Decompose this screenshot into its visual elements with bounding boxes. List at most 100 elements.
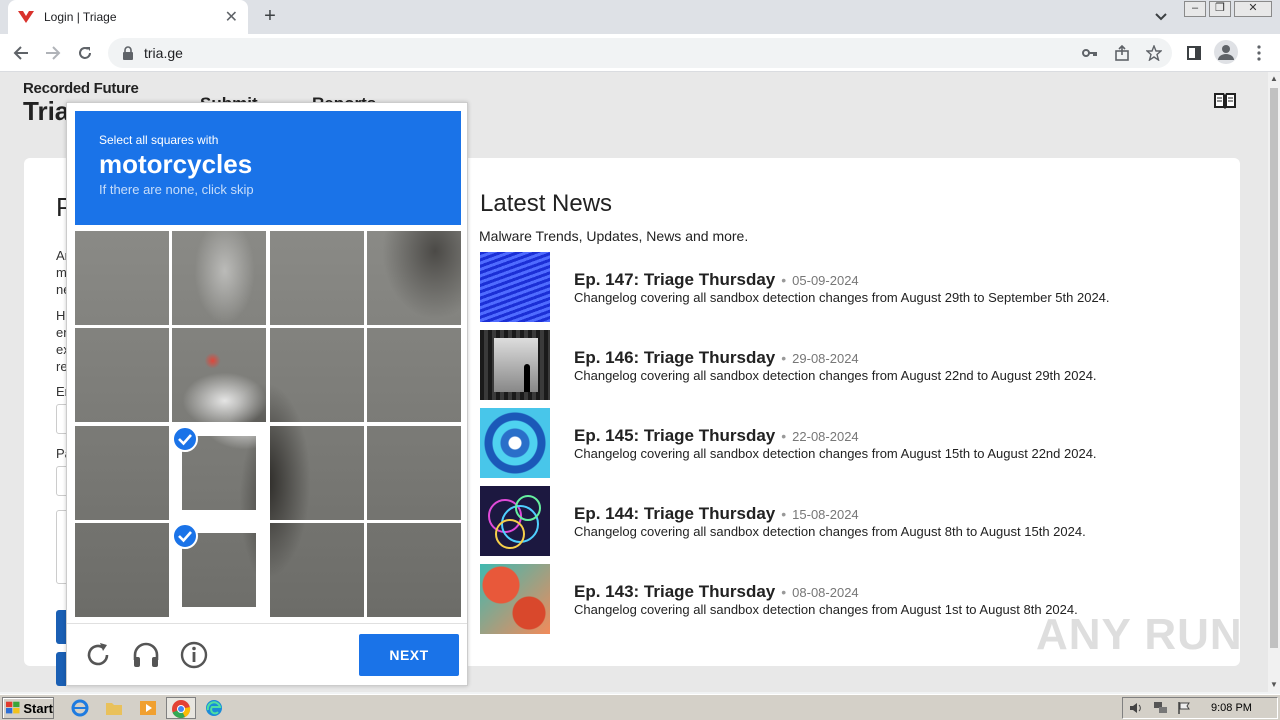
news-headline[interactable]: Ep. 144: Triage Thursday • 15-08-2024 <box>574 504 859 524</box>
start-label: Start <box>23 700 53 716</box>
tab-search-chevron-icon[interactable] <box>1150 6 1172 28</box>
captcha-tile-image <box>75 522 169 617</box>
captcha-tile[interactable] <box>172 522 267 617</box>
scrollbar-thumb[interactable] <box>1270 88 1278 648</box>
news-date: 05-09-2024 <box>792 273 859 288</box>
news-item[interactable]: Ep. 144: Triage Thursday • 15-08-2024 Chan… <box>480 486 1220 556</box>
captcha-tile[interactable] <box>75 425 169 520</box>
scroll-up-arrow-icon[interactable]: ▲ <box>1268 72 1280 86</box>
captcha-tile[interactable] <box>172 328 267 423</box>
network-icon[interactable] <box>1153 701 1169 720</box>
news-description: Changelog covering all sandbox detection… <box>574 290 1110 305</box>
news-thumbnail-dark-silhouette[interactable] <box>480 330 550 400</box>
captcha-header: Select all squares with motorcycles If t… <box>75 111 461 225</box>
address-bar[interactable]: tria.ge <box>108 38 1172 68</box>
captcha-tile[interactable] <box>366 522 461 617</box>
captcha-tile-image <box>75 425 169 520</box>
captcha-tile-image <box>172 231 267 325</box>
news-thumbnail-blue-wave[interactable] <box>480 252 550 322</box>
captcha-hint: If there are none, click skip <box>99 182 254 197</box>
anyrun-watermark: ANY RUN <box>1036 610 1243 659</box>
browser-tab[interactable]: Login | Triage ✕ <box>8 0 248 34</box>
news-item[interactable]: Ep. 145: Triage Thursday • 22-08-2024 Chan… <box>480 408 1220 478</box>
captcha-instruction: Select all squares with <box>99 133 219 147</box>
captcha-tile[interactable] <box>172 231 267 325</box>
forward-arrow-icon[interactable] <box>40 40 66 66</box>
page-scrollbar[interactable]: ▲ ▼ <box>1268 72 1280 692</box>
share-icon[interactable] <box>1109 40 1135 66</box>
chrome-taskbar-icon[interactable] <box>166 697 196 719</box>
captcha-tile[interactable] <box>172 425 267 520</box>
browser-menu-icon[interactable] <box>1246 40 1272 66</box>
captcha-tile[interactable] <box>269 522 364 617</box>
news-headline-text[interactable]: Ep. 143: Triage Thursday <box>574 582 775 601</box>
captcha-tile[interactable] <box>269 231 364 325</box>
captcha-tile-image <box>366 231 461 325</box>
captcha-tile-image <box>366 328 461 423</box>
news-description: Changelog covering all sandbox detection… <box>574 602 1078 617</box>
news-description: Changelog covering all sandbox detection… <box>574 446 1097 461</box>
media-player-icon[interactable] <box>138 698 160 718</box>
internet-explorer-icon[interactable] <box>70 698 92 718</box>
news-headline-text[interactable]: Ep. 144: Triage Thursday <box>574 504 775 523</box>
captcha-tile[interactable] <box>75 231 169 325</box>
news-date: 08-08-2024 <box>792 585 859 600</box>
news-headline-text[interactable]: Ep. 145: Triage Thursday <box>574 426 775 445</box>
start-button[interactable]: Start <box>2 697 54 719</box>
reload-icon[interactable] <box>72 40 98 66</box>
brand-recorded-future[interactable]: Recorded Future <box>23 80 139 97</box>
captcha-tile[interactable] <box>366 231 461 325</box>
separator-dot: • <box>781 584 787 600</box>
scroll-down-arrow-icon[interactable]: ▼ <box>1268 678 1280 692</box>
new-tab-button[interactable]: + <box>258 4 282 28</box>
action-center-flag-icon[interactable] <box>1177 701 1191 720</box>
news-headline[interactable]: Ep. 146: Triage Thursday • 29-08-2024 <box>574 348 859 368</box>
news-thumbnail-neon-rings[interactable] <box>480 486 550 556</box>
captcha-tile-image <box>269 522 364 617</box>
profile-avatar-icon[interactable] <box>1214 40 1238 64</box>
captcha-tile[interactable] <box>75 522 169 617</box>
restore-window-button[interactable]: ❐ <box>1209 1 1231 17</box>
captcha-tile[interactable] <box>269 425 364 520</box>
info-icon[interactable] <box>179 640 209 670</box>
captcha-tile-image <box>366 522 461 617</box>
news-headline[interactable]: Ep. 147: Triage Thursday • 05-09-2024 <box>574 270 859 290</box>
captcha-tile[interactable] <box>269 328 364 423</box>
news-item[interactable]: Ep. 147: Triage Thursday • 05-09-2024 Chan… <box>480 252 1220 322</box>
windows-logo-icon <box>6 701 20 714</box>
news-title: Latest News <box>480 190 613 217</box>
news-headline-text[interactable]: Ep. 147: Triage Thursday <box>574 270 775 289</box>
captcha-tile[interactable] <box>366 425 461 520</box>
news-date: 29-08-2024 <box>792 351 859 366</box>
captcha-tile[interactable] <box>75 328 169 423</box>
news-headline-text[interactable]: Ep. 146: Triage Thursday <box>574 348 775 367</box>
windows-taskbar: Start 9:08 PM <box>0 694 1280 720</box>
file-explorer-icon[interactable] <box>104 698 126 718</box>
bookmark-star-icon[interactable] <box>1141 40 1167 66</box>
browser-toolbar: tria.ge <box>0 34 1280 72</box>
news-description: Changelog covering all sandbox detection… <box>574 368 1097 383</box>
news-headline[interactable]: Ep. 143: Triage Thursday • 08-08-2024 <box>574 582 859 602</box>
news-thumbnail-coral-reef[interactable] <box>480 564 550 634</box>
news-item[interactable]: Ep. 146: Triage Thursday • 29-08-2024 Chan… <box>480 330 1220 400</box>
audio-challenge-headphones-icon[interactable] <box>131 640 161 670</box>
close-window-button[interactable]: ✕ <box>1234 1 1272 17</box>
key-icon[interactable] <box>1077 40 1103 66</box>
edge-icon[interactable] <box>204 698 226 718</box>
minimize-window-button[interactable]: – <box>1184 1 1206 17</box>
selected-checkmark-icon <box>172 522 199 549</box>
captcha-image-grid <box>75 231 461 617</box>
back-arrow-icon[interactable] <box>8 40 34 66</box>
brand-triage[interactable]: Tria <box>23 96 69 127</box>
reload-challenge-icon[interactable] <box>83 640 113 670</box>
captcha-tile[interactable] <box>366 328 461 423</box>
volume-icon[interactable] <box>1129 701 1143 720</box>
tab-close-icon[interactable]: ✕ <box>225 7 238 27</box>
tab-title: Login | Triage <box>44 10 117 24</box>
side-panel-icon[interactable] <box>1181 40 1207 66</box>
clock: 9:08 PM <box>1211 702 1252 714</box>
news-thumbnail-cyan-tunnel[interactable] <box>480 408 550 478</box>
next-button[interactable]: NEXT <box>359 634 459 676</box>
news-headline[interactable]: Ep. 145: Triage Thursday • 22-08-2024 <box>574 426 859 446</box>
docs-book-icon[interactable] <box>1212 90 1238 110</box>
